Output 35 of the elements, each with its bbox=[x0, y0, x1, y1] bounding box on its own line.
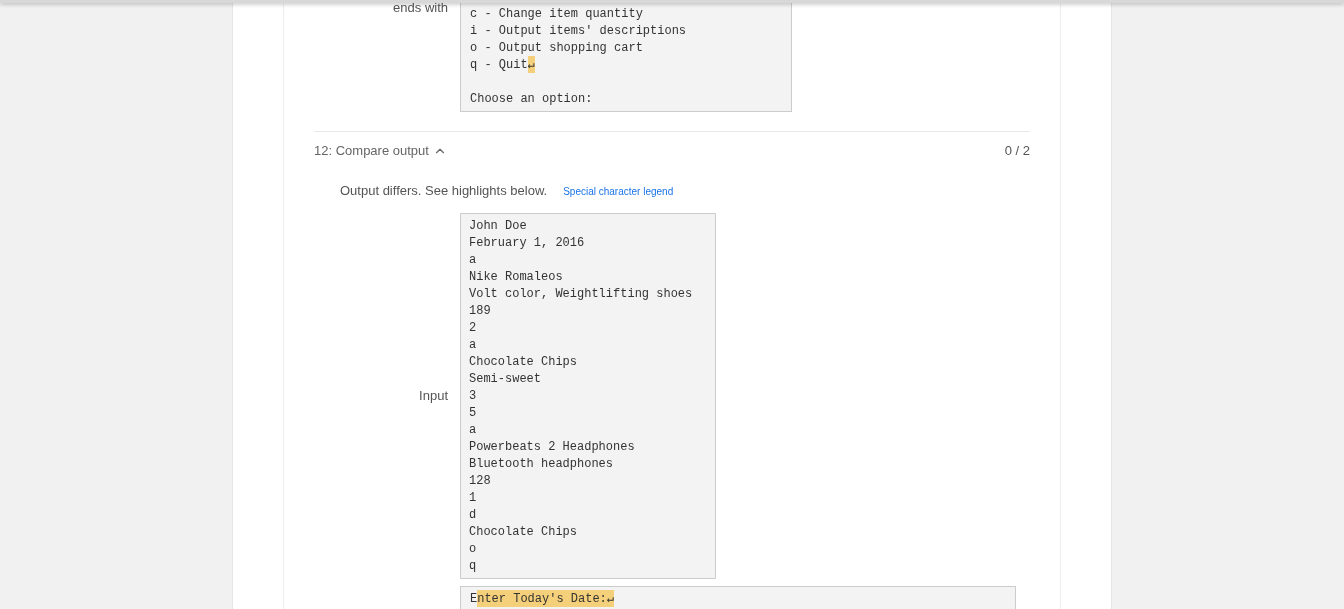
code-line: Chocolate Chips bbox=[469, 524, 578, 540]
code-line: Chocolate Chips bbox=[469, 354, 578, 370]
code-line: John Doe bbox=[469, 218, 527, 234]
code-text: i - Output items' descriptions bbox=[470, 23, 687, 39]
section-toggle[interactable]: 12: Compare output bbox=[314, 141, 447, 161]
code-line: 5 bbox=[469, 405, 477, 421]
code-line: 1 bbox=[469, 490, 477, 506]
status-message: Output differs. See highlights below. bbox=[340, 181, 548, 200]
code-text: c - Change item quantity bbox=[470, 6, 643, 22]
code-line: Bluetooth headphones bbox=[469, 456, 614, 472]
code-line: d bbox=[469, 507, 477, 523]
code-line: q bbox=[469, 558, 477, 574]
highlighted-text: nter Today's Date:↵ bbox=[477, 590, 615, 607]
code-line: 2 bbox=[469, 320, 477, 336]
legend-link[interactable]: Special character legend bbox=[563, 183, 674, 199]
field-label: ends with bbox=[392, 0, 448, 17]
code-line: Powerbeats 2 Headphones bbox=[469, 439, 635, 455]
code-text: E bbox=[470, 591, 478, 607]
code-line: a bbox=[469, 422, 477, 438]
code-text: o - Output shopping cart bbox=[470, 40, 643, 56]
code-line: Semi-sweet bbox=[469, 371, 541, 387]
code-line: Nike Romaleos bbox=[469, 269, 563, 285]
code-line: 189 bbox=[469, 303, 491, 319]
code-text: Choose an option: bbox=[470, 91, 593, 107]
score: 0 / 2 bbox=[1004, 142, 1030, 160]
code-line: 3 bbox=[469, 388, 477, 404]
code-line: February 1, 2016 bbox=[469, 235, 585, 251]
code-line: 128 bbox=[469, 473, 491, 489]
code-line: o bbox=[469, 541, 477, 557]
code-line: a bbox=[469, 337, 477, 353]
field-label: Input bbox=[418, 387, 448, 406]
code-line: Volt color, Weightlifting shoes bbox=[469, 286, 693, 302]
code-line: a bbox=[469, 252, 477, 268]
code-text: q - Quit bbox=[470, 57, 528, 73]
highlighted-text: ↵ bbox=[527, 56, 535, 73]
